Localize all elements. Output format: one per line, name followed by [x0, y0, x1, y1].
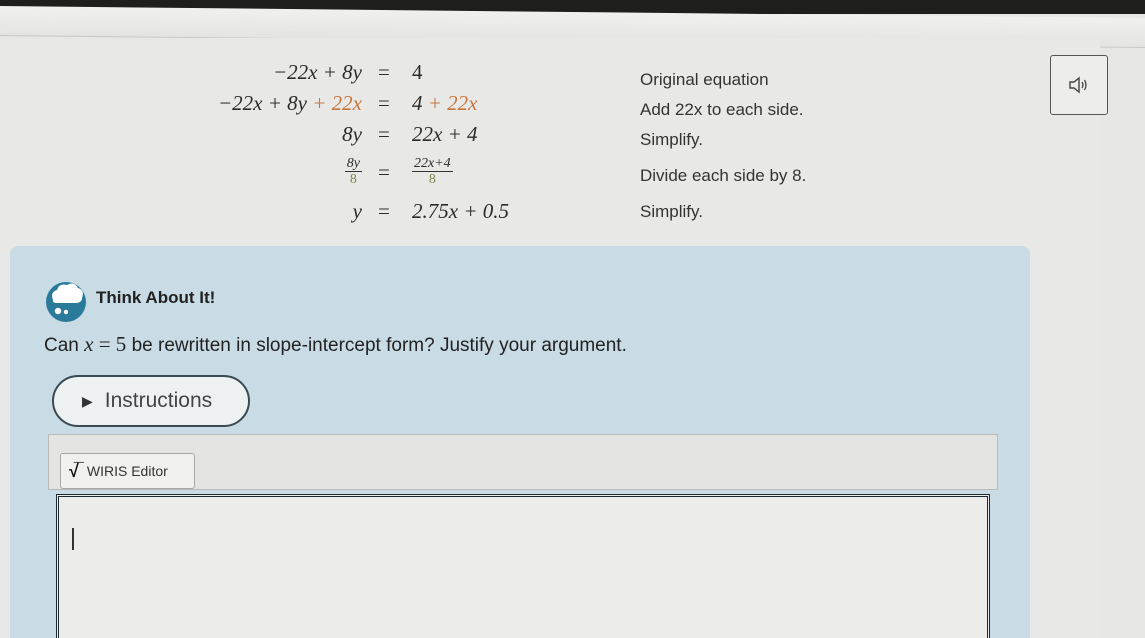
- question-text: Can x = 5 be rewritten in slope-intercep…: [44, 332, 627, 357]
- wiris-editor-button[interactable]: √̅ WIRIS Editor: [60, 453, 195, 489]
- rhs-text: 2.75x + 0.5: [412, 199, 509, 223]
- equation-row: −22x + 8y + 22x = 4 + 22x: [0, 91, 620, 119]
- read-aloud-button[interactable]: [1050, 55, 1108, 115]
- lhs-text: y: [352, 199, 362, 223]
- equals-sign: =: [378, 160, 390, 184]
- lhs-text: −22x + 8y: [273, 60, 362, 84]
- equals-sign: =: [378, 91, 390, 115]
- think-title: Think About It!: [96, 288, 216, 307]
- added-term: + 22x: [307, 91, 362, 115]
- equals-sign: =: [378, 122, 390, 146]
- equation-row: 8y = 22x + 4: [0, 122, 620, 150]
- play-triangle-icon: ▶: [82, 392, 93, 409]
- equation-row: −22x + 8y = 4: [0, 60, 620, 88]
- equation-lhs: y: [150, 199, 362, 224]
- equation-lhs: 8y: [150, 122, 362, 147]
- equation-row: 8y 8 = 22x+4 8: [0, 156, 620, 192]
- step-note: Add 22x to each side.: [640, 100, 804, 119]
- answer-input[interactable]: [56, 494, 990, 638]
- rhs-text: 4: [412, 91, 423, 115]
- wiris-label: WIRIS Editor: [86, 463, 168, 479]
- equation-rhs: 4: [412, 60, 423, 84]
- denominator: 8: [428, 172, 436, 187]
- rhs-text: 22x + 4: [412, 122, 478, 146]
- equation-lhs: −22x + 8y + 22x: [100, 91, 362, 116]
- step-note: Simplify.: [640, 130, 703, 149]
- equation-lhs: −22x + 8y: [150, 60, 362, 85]
- lhs-text: −22x + 8y: [218, 91, 307, 115]
- equals-sign: =: [378, 60, 390, 84]
- equation-lhs: 8y 8: [150, 156, 362, 187]
- text-caret: [72, 528, 74, 550]
- denominator: 8: [349, 172, 357, 187]
- question-end: be rewritten in slope-intercept form? Ju…: [126, 335, 627, 356]
- equals-sign: =: [378, 199, 390, 223]
- step-note: Divide each side by 8.: [640, 166, 807, 185]
- equation-rhs: 2.75x + 0.5: [412, 199, 509, 224]
- math-rest: = 5: [93, 332, 127, 356]
- instructions-label: Instructions: [104, 389, 213, 412]
- equation-rhs: 4 + 22x: [412, 91, 478, 116]
- fraction: 22x+4 8: [412, 156, 453, 187]
- equation-rhs: 22x+4 8: [412, 156, 453, 187]
- sqrt-icon: √̅: [69, 460, 79, 481]
- question-math: x = 5: [84, 332, 126, 356]
- equation-row: y = 2.75x + 0.5: [0, 199, 620, 227]
- fraction: 8y 8: [344, 156, 362, 187]
- numerator: 22x+4: [412, 156, 453, 172]
- added-term: + 22x: [422, 91, 478, 115]
- question-start: Can: [44, 335, 85, 356]
- instructions-toggle-button[interactable]: ▶ Instructions: [52, 375, 250, 427]
- speaker-icon: [1069, 76, 1087, 94]
- numerator: 8y: [344, 156, 362, 172]
- step-note: Simplify.: [640, 202, 703, 221]
- thought-cloud-icon: [46, 282, 86, 322]
- equation-rhs: 22x + 4: [412, 122, 478, 147]
- lhs-text: 8y: [342, 122, 362, 146]
- step-note: Original equation: [640, 70, 769, 89]
